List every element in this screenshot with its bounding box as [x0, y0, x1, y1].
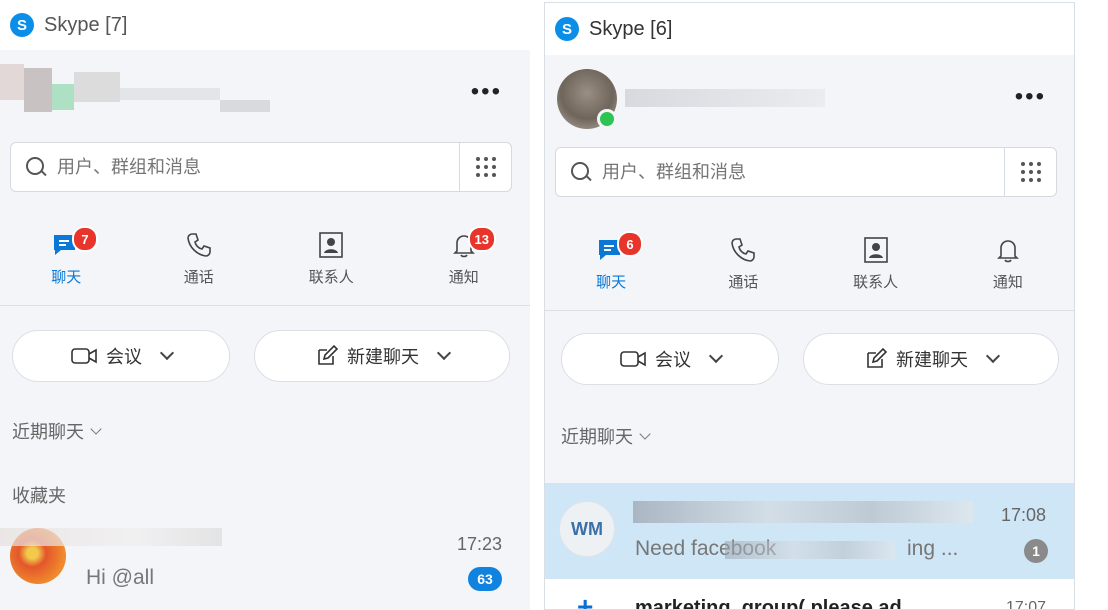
- search-icon: [25, 156, 47, 178]
- dialpad-button[interactable]: [459, 143, 511, 191]
- search-icon: [570, 161, 592, 183]
- more-options-button[interactable]: •••: [471, 80, 502, 104]
- chat-time: 17:08: [1000, 505, 1046, 525]
- favorites-label: 收藏夹: [12, 486, 66, 506]
- chat-preview: Hi @all: [86, 566, 154, 589]
- chevron-down-icon: [708, 348, 724, 364]
- tab-label: 通知: [992, 274, 1023, 291]
- chat-list-item[interactable]: + marketing_group( please ad 17:07: [545, 579, 1074, 610]
- chat-name-redacted: [633, 501, 973, 523]
- recent-chats-label: 近期聊天: [12, 422, 84, 442]
- chat-time: 17:07: [1005, 599, 1046, 610]
- avatar: WM: [559, 501, 615, 557]
- chevron-down-icon: [985, 348, 1001, 364]
- search-input[interactable]: [602, 161, 972, 183]
- tab-label: 通话: [183, 269, 214, 286]
- meeting-label: 会议: [655, 350, 691, 370]
- skype-window-right: S Skype [6] ••• 聊天 6 通话: [544, 2, 1075, 610]
- skype-logo-icon: S: [555, 17, 579, 41]
- chat-time: 17:23: [456, 534, 502, 554]
- unread-badge: 6: [617, 231, 643, 257]
- window-title: Skype [6]: [589, 17, 673, 40]
- tab-contacts[interactable]: 联系人: [810, 221, 942, 310]
- avatar[interactable]: [0, 64, 270, 126]
- search-bar: [10, 142, 512, 192]
- tab-notifications[interactable]: 通知 13: [398, 216, 531, 305]
- unread-count-badge: 1: [1024, 539, 1048, 563]
- tab-notifications[interactable]: 通知: [942, 221, 1074, 310]
- new-chat-button[interactable]: 新建聊天: [254, 330, 510, 382]
- online-status-icon: [597, 109, 617, 129]
- tab-label: 聊天: [51, 269, 82, 286]
- chat-preview-end: ing ...: [907, 537, 959, 560]
- window-title: Skype [7]: [44, 13, 128, 36]
- contacts-icon: [861, 235, 891, 265]
- chat-list-item-selected[interactable]: WM 17:08 Need facebook ing ... 1: [545, 483, 1074, 579]
- new-chat-button[interactable]: 新建聊天: [803, 333, 1059, 385]
- tab-label: 联系人: [308, 269, 354, 286]
- tab-label: 聊天: [596, 274, 627, 291]
- compose-icon: [318, 344, 339, 365]
- profile-name-redacted: [625, 89, 825, 107]
- bell-icon: [993, 235, 1023, 265]
- tab-calls[interactable]: 通话: [677, 221, 809, 310]
- new-chat-label: 新建聊天: [347, 347, 419, 367]
- recent-chats-header[interactable]: 近期聊天: [561, 423, 651, 449]
- tab-chats[interactable]: 聊天 7: [0, 216, 133, 305]
- tab-calls[interactable]: 通话: [133, 216, 266, 305]
- favorites-header[interactable]: 收藏夹: [12, 482, 66, 508]
- chevron-down-icon: [90, 423, 102, 435]
- chat-name-redacted: [0, 528, 222, 546]
- video-camera-icon: [620, 351, 646, 367]
- tab-label: 通知: [448, 269, 479, 286]
- meeting-label: 会议: [106, 347, 142, 367]
- skype-logo-icon: S: [10, 13, 34, 37]
- video-camera-icon: [71, 348, 97, 364]
- meeting-button[interactable]: 会议: [561, 333, 779, 385]
- dialpad-button[interactable]: [1004, 148, 1056, 196]
- recent-chats-label: 近期聊天: [561, 427, 633, 447]
- chat-preview-redacted: [725, 541, 895, 559]
- unread-badge: 7: [72, 226, 98, 252]
- title-bar: S Skype [7]: [0, 0, 530, 50]
- chevron-down-icon: [159, 345, 175, 361]
- title-bar: S Skype [6]: [545, 3, 1074, 55]
- profile-header: •••: [0, 50, 530, 135]
- tab-label: 联系人: [853, 274, 899, 291]
- new-chat-label: 新建聊天: [896, 350, 968, 370]
- unread-count-badge: 63: [468, 567, 502, 591]
- tab-chats[interactable]: 聊天 6: [545, 221, 677, 310]
- nav-tabs: 聊天 6 通话 联系人 通知: [545, 221, 1074, 311]
- chevron-down-icon: [639, 428, 651, 440]
- skype-window-left: S Skype [7] ••• 聊天 7: [0, 0, 530, 610]
- group-icon: +: [577, 591, 594, 610]
- chat-list-item[interactable]: 17:23 Hi @all 63: [0, 516, 530, 608]
- recent-chats-header[interactable]: 近期聊天: [12, 418, 102, 444]
- meeting-button[interactable]: 会议: [12, 330, 230, 382]
- more-options-button[interactable]: •••: [1015, 85, 1046, 109]
- profile-header: •••: [545, 55, 1074, 140]
- compose-icon: [867, 347, 888, 368]
- chevron-down-icon: [436, 345, 452, 361]
- chat-name: marketing_group( please ad: [635, 597, 902, 610]
- search-bar: [555, 147, 1057, 197]
- tab-contacts[interactable]: 联系人: [265, 216, 398, 305]
- search-input[interactable]: [57, 156, 427, 178]
- phone-icon: [184, 230, 214, 260]
- unread-badge: 13: [467, 226, 496, 252]
- window-gap: [530, 0, 544, 610]
- tab-label: 通话: [728, 274, 759, 291]
- nav-tabs: 聊天 7 通话 联系人 通知 13: [0, 216, 530, 306]
- phone-icon: [728, 235, 758, 265]
- background: [1076, 0, 1108, 610]
- contacts-icon: [316, 230, 346, 260]
